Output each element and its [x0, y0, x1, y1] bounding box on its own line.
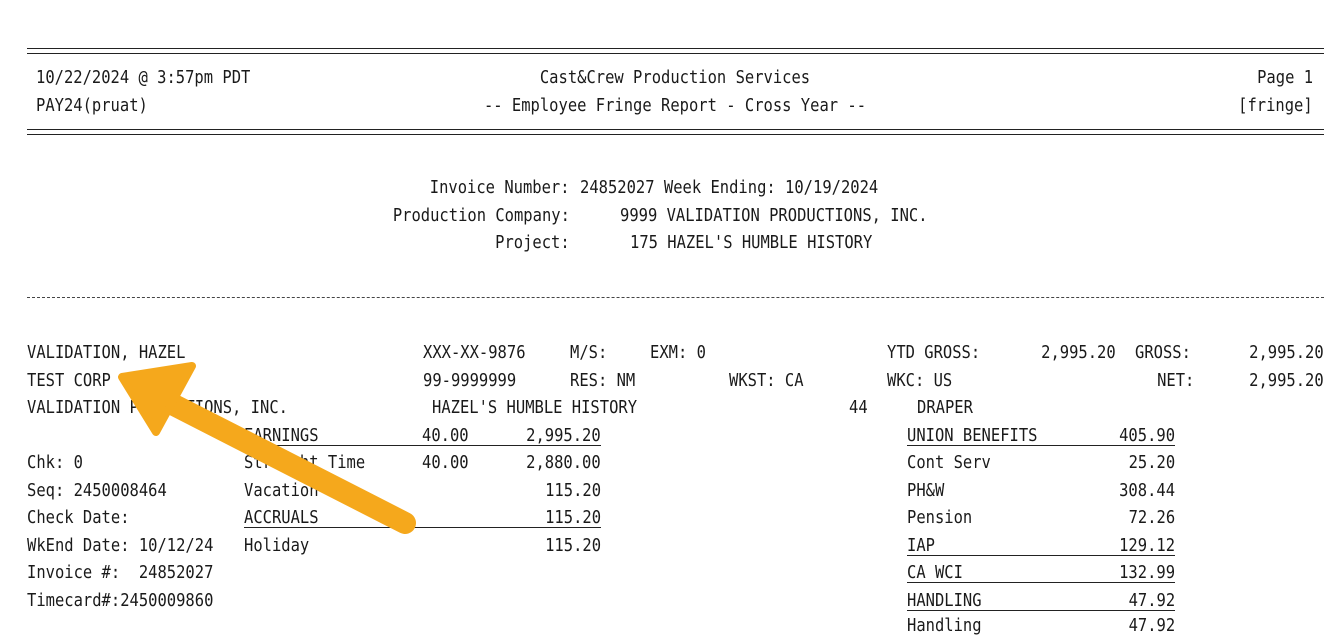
annotation-arrow-icon	[118, 362, 416, 534]
